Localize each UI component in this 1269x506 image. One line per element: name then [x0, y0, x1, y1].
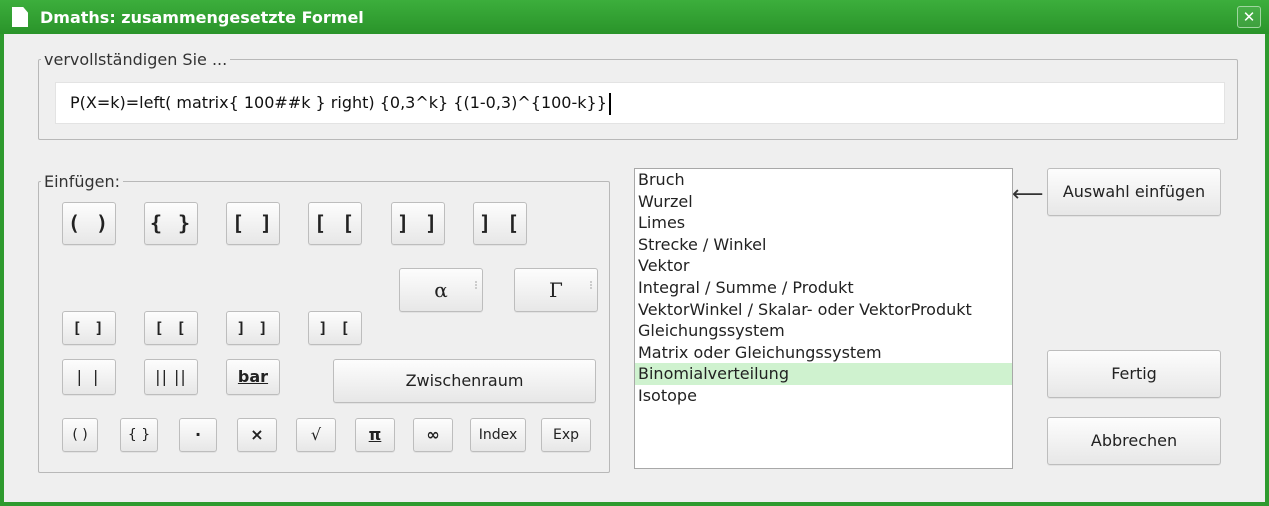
list-item[interactable]: Matrix oder Gleichungssystem — [635, 342, 1012, 364]
insert-norm-button[interactable]: || || — [144, 359, 198, 395]
window-title: Dmaths: zusammengesetzte Formel — [40, 8, 364, 27]
insert-reversed-brackets-large-button[interactable]: ] [ — [473, 202, 527, 245]
insert-close-brackets-button[interactable]: ] ] — [226, 311, 280, 345]
insert-braces-small-button[interactable]: { } — [120, 418, 158, 452]
insert-open-brackets-button[interactable]: [ [ — [144, 311, 198, 345]
formula-group: vervollständigen Sie ... P(X=k)=left( ma… — [38, 50, 1238, 140]
list-item[interactable]: Bruch — [635, 169, 1012, 191]
left-arrow-icon: ⟵ — [1012, 182, 1044, 207]
insert-selection-button[interactable]: Auswahl einfügen — [1047, 168, 1221, 216]
text-caret — [608, 92, 611, 115]
insert-open-brackets-large-button[interactable]: [ [ — [308, 202, 362, 245]
dialog-client: vervollständigen Sie ... P(X=k)=left( ma… — [8, 34, 1261, 502]
insert-sqrt-button[interactable]: √ — [296, 418, 336, 452]
list-item[interactable]: Isotope — [635, 385, 1012, 407]
insert-index-button[interactable]: Index — [470, 418, 526, 452]
cancel-button[interactable]: Abbrechen — [1047, 417, 1221, 465]
list-item-selected[interactable]: Binomialverteilung — [635, 363, 1012, 385]
title-bar: Dmaths: zusammengesetzte Formel ✕ — [0, 0, 1269, 34]
dialog-window: Dmaths: zusammengesetzte Formel ✕ vervol… — [0, 0, 1269, 506]
list-item[interactable]: Gleichungssystem — [635, 320, 1012, 342]
template-list[interactable]: Bruch Wurzel Limes Strecke / Winkel Vekt… — [634, 168, 1013, 469]
formula-text: P(X=k)=left( matrix{ 100##k } right) {0,… — [70, 93, 607, 112]
insert-dot-operator-button[interactable]: · — [179, 418, 217, 452]
document-icon — [12, 7, 28, 27]
insert-space-button[interactable]: Zwischenraum — [333, 359, 596, 403]
insert-greek-uppercase-button[interactable]: Γ — [514, 268, 598, 312]
insert-times-operator-button[interactable]: × — [237, 418, 277, 452]
close-button[interactable]: ✕ — [1237, 6, 1261, 28]
insert-pi-button[interactable]: π — [355, 418, 395, 452]
list-item[interactable]: Limes — [635, 212, 1012, 234]
formula-group-legend: vervollständigen Sie ... — [44, 50, 228, 69]
dropdown-handle — [590, 281, 593, 289]
insert-reversed-brackets-button[interactable]: ] [ — [308, 311, 362, 345]
insert-group-legend: Einfügen: — [44, 172, 120, 191]
insert-brackets-large-button[interactable]: [ ] — [226, 202, 280, 245]
insert-infinity-button[interactable]: ∞ — [413, 418, 453, 452]
insert-parentheses-small-button[interactable]: ( ) — [62, 418, 98, 452]
insert-exponent-button[interactable]: Exp — [541, 418, 591, 452]
gamma-glyph: Γ — [549, 278, 563, 302]
alpha-glyph: α — [434, 278, 448, 302]
insert-greek-lowercase-button[interactable]: α — [399, 268, 483, 312]
list-item[interactable]: Wurzel — [635, 191, 1012, 213]
insert-parentheses-large-button[interactable]: ( ) — [62, 202, 116, 245]
list-item[interactable]: Integral / Summe / Produkt — [635, 277, 1012, 299]
insert-braces-large-button[interactable]: { } — [144, 202, 198, 245]
list-item[interactable]: Vektor — [635, 255, 1012, 277]
insert-brackets-button[interactable]: [ ] — [62, 311, 116, 345]
insert-close-brackets-large-button[interactable]: ] ] — [391, 202, 445, 245]
formula-input[interactable]: P(X=k)=left( matrix{ 100##k } right) {0,… — [55, 82, 1225, 124]
dropdown-handle — [475, 281, 478, 289]
insert-bar-button[interactable]: bar — [226, 359, 280, 395]
list-item[interactable]: VektorWinkel / Skalar- oder VektorProduk… — [635, 299, 1012, 321]
done-button[interactable]: Fertig — [1047, 350, 1221, 398]
insert-absolute-value-button[interactable]: | | — [62, 359, 116, 395]
list-item[interactable]: Strecke / Winkel — [635, 234, 1012, 256]
